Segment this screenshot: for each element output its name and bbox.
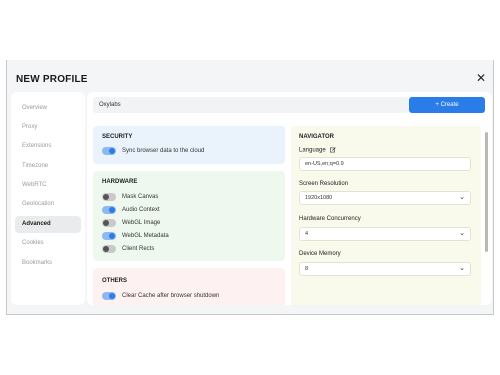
sidebar-item-bookmarks[interactable]: Bookmarks: [15, 255, 81, 272]
navigator-title: NAVIGATOR: [299, 134, 335, 140]
sidebar-item-cookies[interactable]: Cookies: [15, 235, 81, 252]
hardware-concurrency-select[interactable]: 4 ⌄: [299, 227, 471, 241]
hardware-concurrency-value: 4: [305, 231, 309, 237]
scrollbar[interactable]: [485, 132, 488, 252]
security-title: SECURITY: [102, 134, 133, 140]
toggle-label: Client Rects: [122, 246, 155, 252]
toggle-row-clear-cache: Clear Cache after browser shutdown: [102, 292, 277, 300]
clear-cache-toggle[interactable]: [102, 292, 116, 300]
sidebar-item-extensions[interactable]: Extensions: [15, 138, 81, 155]
toggle-label: Audio Context: [122, 207, 160, 213]
webgl-image-toggle[interactable]: [102, 219, 116, 227]
screen-resolution-select[interactable]: 1920x1080 ⌄: [299, 191, 471, 205]
toggle-row-client-rects: Client Rects: [102, 245, 272, 253]
device-memory-select[interactable]: 8 ⌄: [299, 262, 471, 276]
sidebar-item-advanced[interactable]: Advanced: [15, 216, 81, 233]
navigator-card: NAVIGATOR Language en-US,en;q=0.9 Screen…: [291, 126, 481, 305]
toggle-label: WebGL Image: [122, 220, 161, 226]
toggle-row-webgl-image: WebGL Image: [102, 219, 272, 227]
sidebar-item-timezone[interactable]: Timezone: [15, 158, 81, 175]
chevron-down-icon: ⌄: [459, 194, 465, 201]
device-memory-value: 8: [305, 266, 309, 272]
toggle-row-audio-context: Audio Context: [102, 206, 272, 214]
hardware-card: HARDWARE Mask Canvas Audio Context WebGL…: [93, 171, 285, 261]
toggle-label: Sync browser data to the cloud: [122, 148, 205, 154]
dialog-title: NEW PROFILE: [16, 74, 88, 85]
profile-name-input[interactable]: [93, 97, 409, 113]
toggle-label: WebGL Metadata: [122, 233, 169, 239]
toggle-row-sync: Sync browser data to the cloud: [102, 147, 272, 155]
sidebar-item-overview[interactable]: Overview: [15, 100, 81, 117]
edit-icon[interactable]: [330, 147, 337, 153]
sidebar-item-webrtc[interactable]: WebRTC: [15, 177, 81, 194]
main-panel: + Create SECURITY Sync browser data to t…: [87, 92, 492, 305]
toggle-label: Clear Cache after browser shutdown: [122, 293, 220, 299]
webgl-metadata-toggle[interactable]: [102, 232, 116, 240]
mask-canvas-toggle[interactable]: [102, 193, 116, 201]
close-icon[interactable]: ✕: [475, 72, 487, 84]
sidebar: Overview Proxy Extensions Timezone WebRT…: [11, 92, 85, 305]
chevron-down-icon: ⌄: [459, 230, 465, 237]
security-card: SECURITY Sync browser data to the cloud: [93, 126, 285, 164]
device-memory-label: Device Memory: [299, 251, 341, 257]
screen-resolution-value: 1920x1080: [305, 195, 333, 201]
others-card: OTHERS Clear Cache after browser shutdow…: [93, 268, 285, 305]
toggle-label: Mask Canvas: [122, 194, 159, 200]
hardware-title: HARDWARE: [102, 179, 138, 185]
client-rects-toggle[interactable]: [102, 245, 116, 253]
sidebar-item-proxy[interactable]: Proxy: [15, 119, 81, 136]
audio-context-toggle[interactable]: [102, 206, 116, 214]
sidebar-item-geolocation[interactable]: Geolocation: [15, 196, 81, 213]
sync-toggle[interactable]: [102, 147, 116, 155]
toggle-row-webgl-metadata: WebGL Metadata: [102, 232, 272, 240]
create-button[interactable]: + Create: [409, 97, 485, 113]
language-label-text: Language: [299, 147, 326, 154]
language-input[interactable]: en-US,en;q=0.9: [299, 157, 471, 171]
screen-resolution-label: Screen Resolution: [299, 181, 349, 187]
others-title: OTHERS: [102, 278, 128, 284]
chevron-down-icon: ⌄: [459, 265, 465, 272]
language-label: Language: [299, 147, 337, 154]
hardware-concurrency-label: Hardware Concurrency: [299, 216, 361, 222]
toggle-row-mask-canvas: Mask Canvas: [102, 193, 272, 201]
